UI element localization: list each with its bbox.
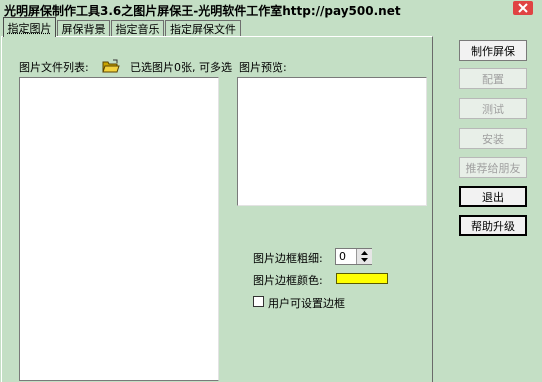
tab-background[interactable]: 屏保背景	[57, 20, 110, 36]
configure-button[interactable]: 配置	[459, 68, 527, 89]
border-width-spinner[interactable]: 0	[335, 248, 372, 265]
picture-file-list[interactable]	[19, 77, 219, 381]
spin-down-button[interactable]	[357, 257, 372, 265]
close-button[interactable]	[510, 0, 536, 16]
border-color-label: 图片边框颜色:	[253, 272, 323, 288]
tab-music[interactable]: 指定音乐	[111, 20, 164, 36]
tab-background-label: 屏保背景	[62, 21, 106, 37]
test-button[interactable]: 测试	[459, 98, 527, 119]
exit-button[interactable]: 退出	[459, 186, 527, 207]
window-title: 光明屏保制作工具3.6之图片屏保王-光明软件工作室http://pay500.n…	[4, 2, 401, 19]
user-border-checkbox-label: 用户可设置边框	[268, 295, 345, 311]
tab-music-label: 指定音乐	[116, 21, 160, 37]
tab-pictures[interactable]: 指定图片	[3, 17, 56, 37]
recommend-button[interactable]: 推荐给朋友	[459, 157, 527, 178]
spin-up-button[interactable]	[357, 249, 372, 257]
border-color-swatch[interactable]	[336, 273, 388, 284]
install-button[interactable]: 安装	[459, 128, 527, 149]
help-upgrade-button[interactable]: 帮助升级	[459, 215, 527, 236]
close-icon	[513, 1, 533, 15]
tab-screensaver-file-label: 指定屏保文件	[170, 21, 236, 37]
open-folder-button[interactable]	[102, 59, 120, 73]
arrow-up-icon	[361, 251, 368, 255]
spinner-buttons	[356, 249, 372, 264]
preview-label: 图片预览:	[239, 59, 287, 75]
border-width-value[interactable]: 0	[339, 250, 346, 263]
user-border-checkbox[interactable]	[253, 296, 264, 307]
title-bar: 光明屏保制作工具3.6之图片屏保王-光明软件工作室http://pay500.n…	[0, 0, 542, 18]
tab-screensaver-file[interactable]: 指定屏保文件	[165, 20, 241, 36]
tab-pictures-label: 指定图片	[8, 20, 52, 36]
border-width-label: 图片边框粗细:	[253, 250, 323, 266]
picture-preview	[237, 77, 427, 206]
arrow-down-icon	[361, 258, 368, 262]
file-list-label: 图片文件列表:	[19, 59, 89, 75]
selection-status: 已选图片0张, 可多选	[130, 59, 232, 75]
open-folder-icon	[102, 59, 120, 73]
make-screensaver-button[interactable]: 制作屏保	[459, 40, 527, 61]
